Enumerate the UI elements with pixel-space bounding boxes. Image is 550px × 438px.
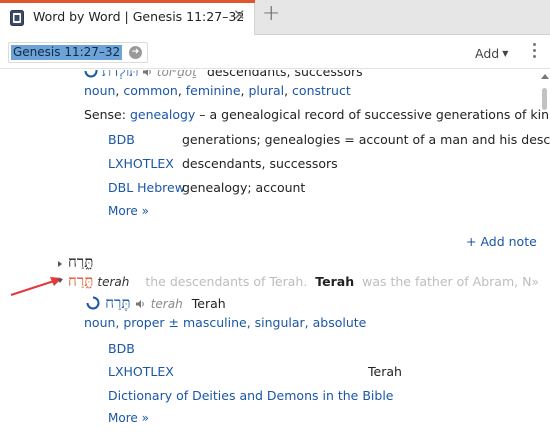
spinner-icon: [84, 70, 98, 78]
pos-plural[interactable]: plural: [248, 83, 284, 98]
pos-noun[interactable]: noun: [84, 83, 115, 98]
tab-strip: Word by Word | Genesis 11:27–32 ✕ +: [0, 0, 550, 35]
disclosure-triangle-icon[interactable]: [58, 261, 62, 267]
vertical-scrollbar[interactable]: [539, 70, 550, 438]
add-label: Add: [475, 46, 500, 61]
add-note-button[interactable]: + Add note: [466, 234, 537, 249]
dict-ddd[interactable]: Dictionary of Deities and Demons in the …: [108, 388, 394, 403]
entry2-hebrew[interactable]: תֶּרַח: [105, 294, 130, 312]
dict-bdb[interactable]: BDB: [108, 132, 135, 147]
tab-active-indicator: [0, 0, 255, 3]
reference-text-selected: Genesis 11:27–32: [11, 45, 123, 60]
dict-bdb-2[interactable]: BDB: [108, 341, 135, 356]
sense-link-genealogy[interactable]: genealogy: [130, 107, 195, 122]
pos-common[interactable]: common: [123, 83, 177, 98]
entry2-gloss: Terah: [191, 296, 226, 311]
annotation-arrow-icon: [10, 277, 62, 296]
chevron-down-icon: ▼: [502, 49, 509, 58]
dict-dbl-hebrew-definition: genealogy; account: [182, 180, 306, 195]
spinner-icon: [86, 296, 100, 310]
entry1-header: תּוֹלְדֹת tôlᵉḏôṯ descendants, successor…: [84, 70, 363, 81]
more-vertical-icon[interactable]: [533, 43, 537, 61]
dict-bdb-definition: generations; genealogies = account of a …: [182, 132, 550, 147]
dict-dbl-hebrew[interactable]: DBL Hebrew: [108, 180, 185, 195]
sense-text: – a genealogical record of successive ge…: [195, 107, 550, 122]
new-tab-plus-icon[interactable]: +: [262, 3, 280, 25]
entry2-translit: terah: [150, 297, 183, 311]
scroll-up-icon[interactable]: [541, 74, 549, 79]
expanded-context-pre: the descendants of Terah.: [145, 274, 308, 289]
toolbar: Genesis 11:27–32 ➜ Add ▼: [0, 36, 550, 69]
entry1-more-link[interactable]: More »: [108, 204, 149, 218]
dict-lxhotlex-2[interactable]: LXHOTLEX: [108, 364, 174, 379]
expanded-context-bold: Terah: [315, 274, 355, 289]
dict-lxhotlex-2-definition: Terah: [368, 364, 402, 379]
entry2-parsing[interactable]: noun, proper ± masculine, singular, abso…: [84, 315, 366, 330]
close-icon[interactable]: ✕: [233, 8, 246, 23]
entry1-sense: Sense: genealogy – a genealogical record…: [84, 107, 550, 122]
pos-construct[interactable]: construct: [292, 83, 351, 98]
expanded-row: תָּ֑רַח terah the descendants of Terah. …: [68, 272, 539, 291]
dict-lxhotlex-definition: descendants, successors: [182, 156, 338, 171]
entry1-translit: tôlᵉḏôṯ: [156, 70, 197, 79]
entry1-hebrew[interactable]: תּוֹלְדֹת: [102, 70, 138, 80]
notebook-icon: [10, 10, 24, 26]
entry2-more-link[interactable]: More »: [108, 411, 149, 425]
entry1-parsing: noun, common, feminine, plural, construc…: [84, 83, 351, 98]
collapsed-word-hebrew[interactable]: תָּ֑רַח: [68, 253, 93, 272]
entry1-gloss: descendants, successors: [207, 70, 363, 79]
speaker-icon[interactable]: [135, 299, 146, 309]
tab-word-by-word[interactable]: Word by Word | Genesis 11:27–32 ✕: [0, 0, 255, 35]
pos-feminine[interactable]: feminine: [186, 83, 241, 98]
entry2-header: תֶּרַח terah Terah: [86, 293, 226, 313]
reference-input[interactable]: Genesis 11:27–32 ➜: [8, 42, 148, 63]
dict-lxhotlex[interactable]: LXHOTLEX: [108, 156, 174, 171]
disclosure-triangle-expanded-icon[interactable]: [57, 279, 63, 283]
speaker-icon[interactable]: [142, 70, 153, 77]
tab-title: Word by Word | Genesis 11:27–32: [33, 9, 245, 24]
expanded-context-post: was the father of Abram, N»: [362, 274, 540, 289]
expanded-word-translit: terah: [97, 275, 130, 289]
expanded-word-hebrew[interactable]: תָּ֑רַח: [68, 272, 93, 290]
word-by-word-content: תּוֹלְדֹת tôlᵉḏôṯ descendants, successor…: [0, 70, 550, 438]
scroll-thumb[interactable]: [542, 88, 547, 110]
sense-label: Sense:: [84, 107, 126, 122]
go-arrow-icon[interactable]: ➜: [129, 46, 142, 59]
add-menu-button[interactable]: Add ▼: [475, 46, 508, 61]
